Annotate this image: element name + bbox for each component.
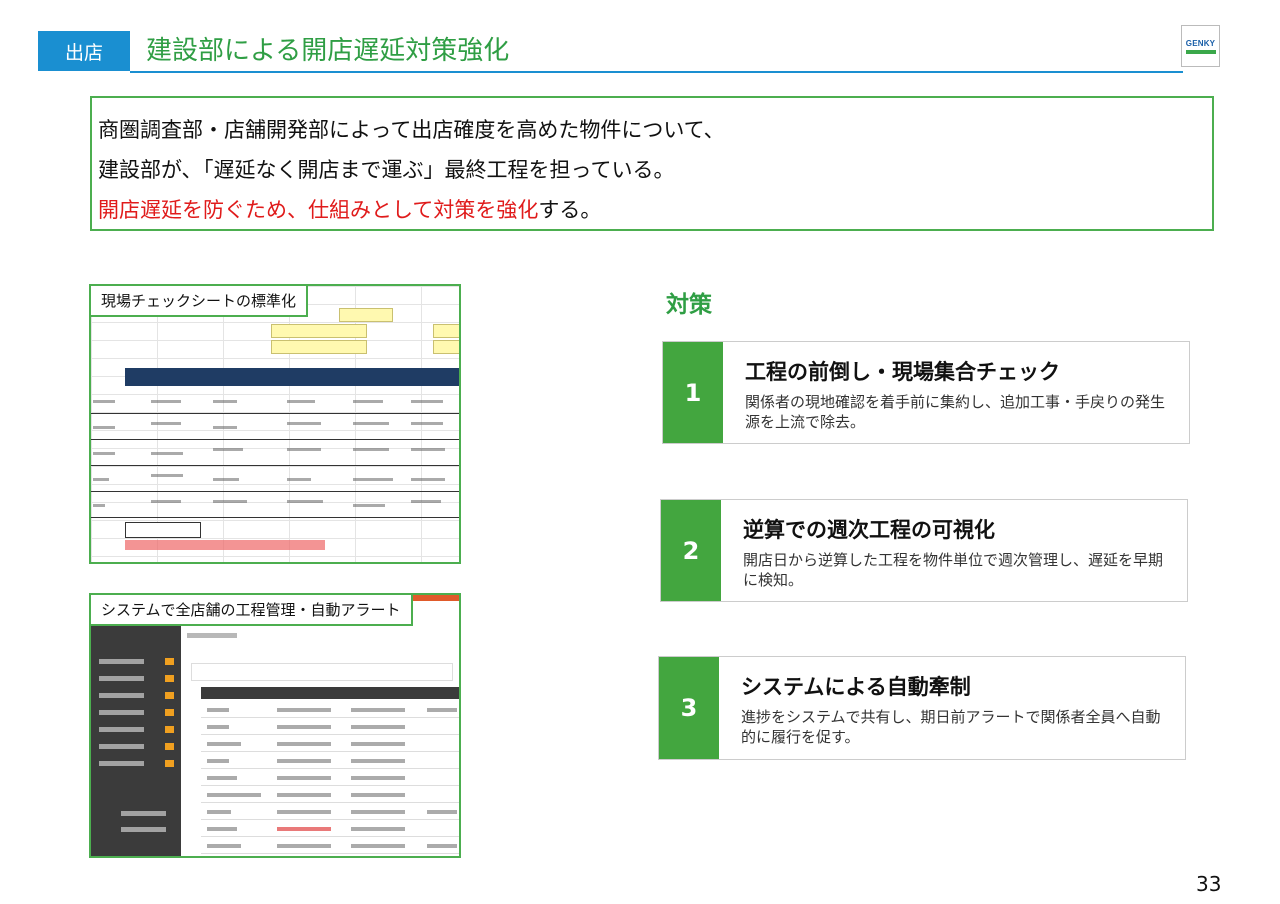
sheet-input-cell <box>433 340 459 354</box>
system-table-row <box>201 769 459 786</box>
sheet-row <box>91 414 459 440</box>
page-number: 33 <box>1196 872 1222 896</box>
system-table-header <box>201 687 459 699</box>
sheet-note-cell <box>125 522 201 538</box>
sheet-red-note <box>125 540 325 550</box>
sheet-input-cell <box>271 324 367 338</box>
system-screenshot: システムで全店舗の工程管理・自動アラート <box>89 593 461 858</box>
sheet-input-cell <box>271 340 367 354</box>
measure-description: 開店日から逆算した工程を物件単位で週次管理し、遅延を早期に検知。 <box>743 551 1164 589</box>
sheet-row <box>91 440 459 466</box>
logo-text: GENKY <box>1185 38 1216 48</box>
sheet-input-cell <box>433 324 459 338</box>
system-table-row <box>201 803 459 820</box>
system-table-row <box>201 786 459 803</box>
measure-title: 逆算での週次工程の可視化 <box>743 518 995 542</box>
company-logo: GENKY <box>1181 25 1220 67</box>
sheet-row <box>91 466 459 492</box>
intro-line-1: 商圏調査部・店舗開発部によって出店確度を高めた物件について、 <box>98 118 725 142</box>
system-table-row <box>201 837 459 854</box>
measure-card-1: 1 工程の前倒し・現場集合チェック 関係者の現地確認を着手前に集約し、追加工事・… <box>662 341 1190 444</box>
intro-highlight: 開店遅延を防ぐため、仕組みとして対策を強化 <box>98 198 539 222</box>
logo-bar <box>1185 49 1216 54</box>
system-table-row <box>201 735 459 752</box>
system-table-row <box>201 752 459 769</box>
intro-line-3-tail: する。 <box>538 198 602 222</box>
system-table-row <box>201 718 459 735</box>
measure-number: 1 <box>663 342 723 443</box>
intro-line-3: 開店遅延を防ぐため、仕組みとして対策を強化する。 <box>98 190 1212 230</box>
measure-card-3: 3 システムによる自動牽制 進捗をシステムで共有し、期日前アラートで関係者全員へ… <box>658 656 1186 760</box>
page-title: 建設部による開店遅延対策強化 <box>146 36 510 66</box>
sheet-row <box>91 388 459 414</box>
intro-box: 商圏調査部・店舗開発部によって出店確度を高めた物件について、 建設部が､「遅延な… <box>90 96 1214 231</box>
system-table-row <box>201 820 459 837</box>
measure-description: 進捗をシステムで共有し、期日前アラートで関係者全員へ自動的に履行を促す。 <box>741 708 1161 746</box>
system-table-row <box>201 701 459 718</box>
title-underline <box>130 71 1183 73</box>
measure-number: 2 <box>661 500 721 601</box>
checksheet-label: 現場チェックシートの標準化 <box>91 286 309 317</box>
system-sidebar <box>91 601 181 856</box>
system-label: システムで全店舗の工程管理・自動アラート <box>91 595 413 626</box>
sheet-row <box>91 492 459 518</box>
measure-description: 関係者の現地確認を着手前に集約し、追加工事・手戻りの発生源を上流で除去。 <box>745 393 1166 431</box>
measure-number: 3 <box>659 657 719 759</box>
measure-title: システムによる自動牽制 <box>741 675 971 699</box>
measure-card-2: 2 逆算での週次工程の可視化 開店日から逆算した工程を物件単位で週次管理し、遅延… <box>660 499 1188 602</box>
section-tag: 出店 <box>38 31 130 71</box>
intro-line-2: 建設部が､「遅延なく開店まで運ぶ」最終工程を担っている。 <box>98 158 675 182</box>
checksheet-screenshot: 現場チェックシートの標準化 <box>89 284 461 564</box>
measures-title: 対策 <box>666 292 712 318</box>
sheet-input-cell <box>339 308 393 322</box>
sheet-header-row <box>125 368 459 386</box>
measure-title: 工程の前倒し・現場集合チェック <box>745 360 1060 384</box>
